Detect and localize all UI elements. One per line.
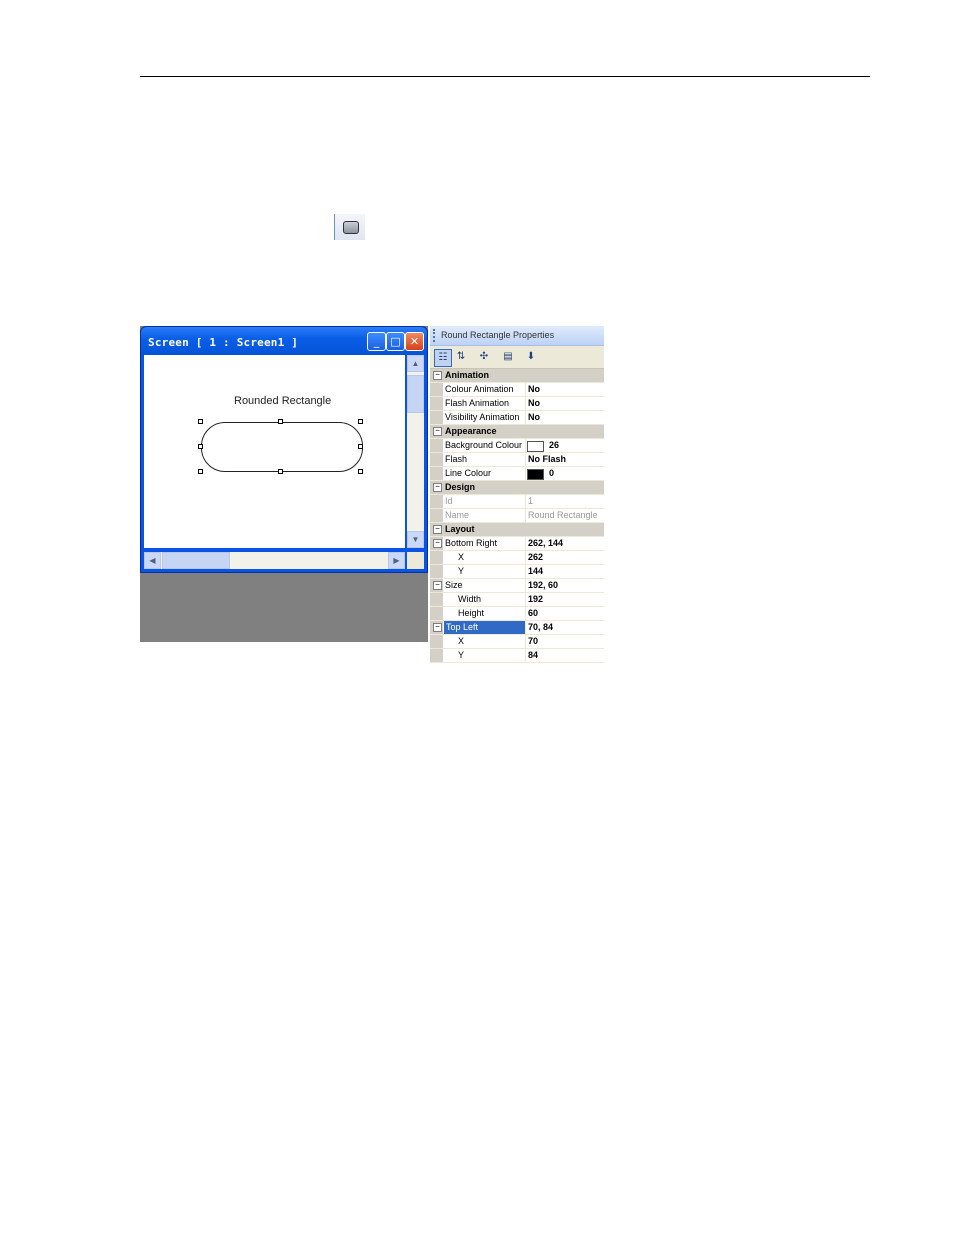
collapse-icon[interactable]: − bbox=[433, 539, 442, 548]
collapse-icon[interactable]: − bbox=[433, 371, 442, 380]
scroll-left-icon[interactable]: ◀ bbox=[144, 552, 161, 569]
screen-editor-area: Screen [ 1 : Screen1 ] _ □ ✕ Rounded Rec… bbox=[140, 326, 428, 642]
vertical-scrollbar[interactable]: ▲ ▼ bbox=[407, 355, 424, 548]
property-top-left[interactable]: − Top Left 70, 84 bbox=[430, 621, 604, 635]
property-top-left-y[interactable]: Y 84 bbox=[430, 649, 604, 663]
resize-handle-bottom[interactable] bbox=[278, 469, 283, 474]
resize-handle-top-left[interactable] bbox=[198, 419, 203, 424]
minimize-button[interactable]: _ bbox=[367, 332, 386, 351]
property-id[interactable]: Id 1 bbox=[430, 495, 604, 509]
properties-panel-title: Round Rectangle Properties bbox=[441, 330, 555, 340]
property-bottom-right-x[interactable]: X 262 bbox=[430, 551, 604, 565]
collapse-icon[interactable]: − bbox=[433, 483, 442, 492]
collapse-icon[interactable]: − bbox=[433, 427, 442, 436]
category-layout[interactable]: − Layout bbox=[430, 523, 604, 537]
horizontal-scrollbar[interactable]: ◀ ▶ bbox=[144, 552, 405, 569]
property-colour-animation[interactable]: Colour Animation No bbox=[430, 383, 604, 397]
collapse-icon[interactable]: − bbox=[433, 581, 442, 590]
round-rectangle-tool-icon[interactable] bbox=[334, 214, 365, 240]
properties-toolbar: ☷ ⇅ ✣ ▤ ⬇ bbox=[430, 346, 604, 369]
resize-handle-top-right[interactable] bbox=[358, 419, 363, 424]
scroll-right-icon[interactable]: ▶ bbox=[388, 552, 405, 569]
resize-handle-left[interactable] bbox=[198, 444, 203, 449]
property-background-colour[interactable]: Background Colour 26 bbox=[430, 439, 604, 453]
round-rectangle-shape[interactable] bbox=[201, 422, 363, 472]
maximize-button[interactable]: □ bbox=[386, 332, 405, 351]
resize-handle-bottom-right[interactable] bbox=[358, 469, 363, 474]
size-grip-icon[interactable] bbox=[407, 552, 424, 569]
collapse-icon[interactable]: − bbox=[433, 623, 442, 632]
resize-handle-bottom-left[interactable] bbox=[198, 469, 203, 474]
screen-window: Screen [ 1 : Screen1 ] _ □ ✕ Rounded Rec… bbox=[140, 326, 428, 573]
property-height[interactable]: Height 60 bbox=[430, 607, 604, 621]
property-bottom-right-y[interactable]: Y 144 bbox=[430, 565, 604, 579]
resize-handle-right[interactable] bbox=[358, 444, 363, 449]
property-flash-animation[interactable]: Flash Animation No bbox=[430, 397, 604, 411]
scroll-down-icon[interactable]: ▼ bbox=[407, 531, 424, 548]
property-size[interactable]: − Size 192, 60 bbox=[430, 579, 604, 593]
category-appearance[interactable]: − Appearance bbox=[430, 425, 604, 439]
line-colour-swatch[interactable] bbox=[527, 469, 544, 480]
alphabetical-icon[interactable]: ⇅ bbox=[453, 349, 469, 365]
categorized-icon[interactable]: ☷ bbox=[434, 349, 452, 367]
close-button[interactable]: ✕ bbox=[405, 332, 424, 351]
scroll-up-icon[interactable]: ▲ bbox=[407, 355, 424, 372]
screen-canvas[interactable]: Rounded Rectangle bbox=[144, 355, 405, 548]
canvas-text-label[interactable]: Rounded Rectangle bbox=[234, 395, 331, 407]
events-icon[interactable]: ⬇ bbox=[523, 349, 539, 365]
property-visibility-animation[interactable]: Visibility Animation No bbox=[430, 411, 604, 425]
expand-icon[interactable]: ✣ bbox=[476, 349, 492, 365]
background-colour-swatch[interactable] bbox=[527, 441, 544, 452]
round-rectangle-glyph bbox=[343, 221, 359, 234]
window-title: Screen [ 1 : Screen1 ] bbox=[148, 336, 299, 349]
properties-panel: Round Rectangle Properties ☷ ⇅ ✣ ▤ ⬇ − A… bbox=[430, 326, 604, 663]
header-rule bbox=[140, 76, 870, 77]
window-titlebar[interactable]: Screen [ 1 : Screen1 ] _ □ ✕ bbox=[141, 327, 427, 355]
category-animation[interactable]: − Animation bbox=[430, 369, 604, 383]
drag-grip-icon[interactable] bbox=[433, 329, 437, 342]
property-grid: − Animation Colour Animation No Flash An… bbox=[430, 369, 604, 663]
category-design[interactable]: − Design bbox=[430, 481, 604, 495]
property-name[interactable]: Name Round Rectangle bbox=[430, 509, 604, 523]
vertical-scroll-thumb[interactable] bbox=[407, 375, 424, 413]
property-line-colour[interactable]: Line Colour 0 bbox=[430, 467, 604, 481]
property-width[interactable]: Width 192 bbox=[430, 593, 604, 607]
property-bottom-right[interactable]: − Bottom Right 262, 144 bbox=[430, 537, 604, 551]
properties-icon[interactable]: ▤ bbox=[500, 349, 516, 365]
resize-handle-top[interactable] bbox=[278, 419, 283, 424]
property-top-left-x[interactable]: X 70 bbox=[430, 635, 604, 649]
property-flash[interactable]: Flash No Flash bbox=[430, 453, 604, 467]
collapse-icon[interactable]: − bbox=[433, 525, 442, 534]
properties-panel-header[interactable]: Round Rectangle Properties bbox=[430, 326, 604, 346]
horizontal-scroll-thumb[interactable] bbox=[162, 552, 230, 569]
